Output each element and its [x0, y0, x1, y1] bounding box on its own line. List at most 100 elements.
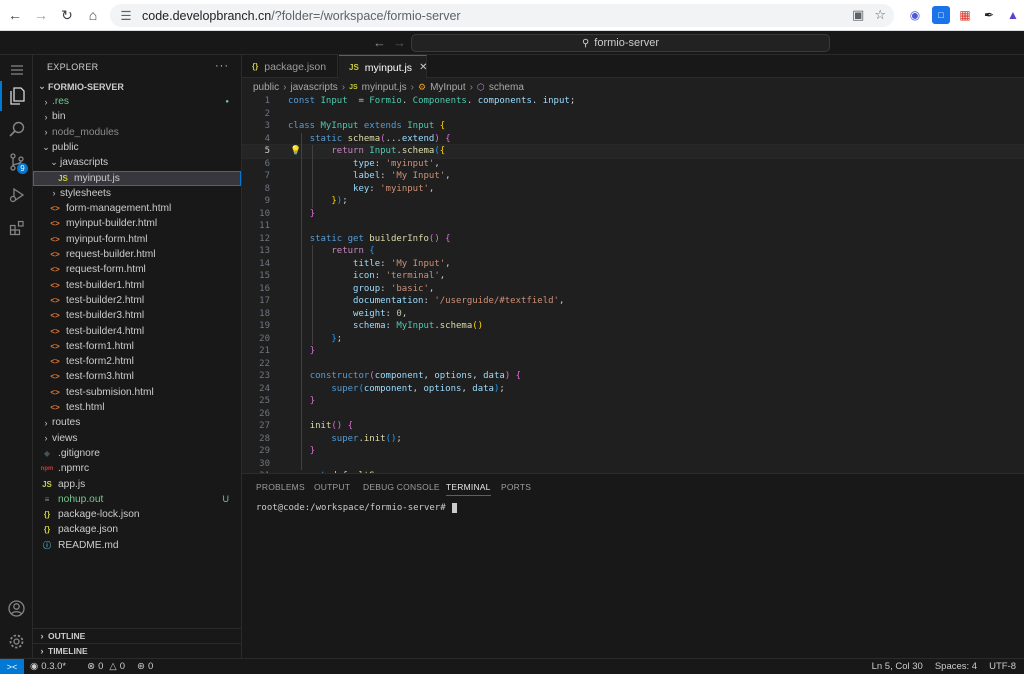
forward-button[interactable]: → [30, 4, 52, 26]
remote-indicator[interactable]: >< [0, 658, 24, 674]
tree-item[interactable]: ◆ .gitignore [33, 446, 241, 461]
tree-item[interactable]: <> myinput-builder.html [33, 216, 241, 231]
indentation-label: Spaces: 4 [934, 661, 978, 672]
tree-item[interactable]: <> request-builder.html [33, 247, 241, 262]
code-line: 12 static get builderInfo() { [242, 233, 1024, 246]
tree-item[interactable]: <> test-form1.html [33, 339, 241, 354]
breadcrumb-item[interactable]: javascripts [290, 82, 337, 93]
timeline-section[interactable]: › TIMELINE [33, 643, 241, 658]
tree-item[interactable]: <> request-form.html [33, 262, 241, 277]
tree-item[interactable]: › routes [33, 415, 241, 430]
tree-item[interactable]: ≡ nohup.out U [33, 492, 241, 507]
panel-tab-terminal[interactable]: TERMINAL [446, 482, 491, 496]
extension-icon-1[interactable]: ◉ [906, 6, 924, 24]
breadcrumb-item[interactable]: MyInput [430, 82, 466, 93]
tree-item[interactable]: {} package.json [33, 522, 241, 537]
tab-package-json[interactable]: {} package.json [242, 55, 338, 78]
tree-item[interactable]: npm .npmrc [33, 461, 241, 476]
status-ports[interactable]: ⊛ 0 [137, 661, 153, 672]
source-control-icon[interactable]: 9 [0, 147, 33, 177]
breadcrumb-item[interactable]: myinput.js [362, 82, 407, 93]
panel-tab-problems[interactable]: PROBLEMS [256, 482, 305, 492]
search-icon[interactable] [0, 114, 33, 144]
tree-item[interactable]: ⌄ public [33, 140, 241, 155]
code-editor[interactable]: 1 const Input = Formio. Components. compo… [242, 95, 1024, 473]
status-indentation[interactable]: Spaces: 4 [935, 661, 977, 672]
tree-item[interactable]: <> test-builder2.html [33, 293, 241, 308]
command-center[interactable]: ⚲ formio-server [411, 34, 830, 52]
explorer-icon[interactable] [0, 81, 33, 111]
terminal-output[interactable]: root@code:/workspace/formio-server# [256, 503, 457, 513]
tree-item[interactable]: ⌄ javascripts [33, 155, 241, 170]
code-line: 29 } [242, 445, 1024, 458]
line-number: 8 [264, 183, 270, 194]
extension-icon-3[interactable]: ▦ [956, 6, 974, 24]
tree-item[interactable]: <> test-builder4.html [33, 324, 241, 339]
line-number: 13 [259, 246, 270, 257]
status-encoding[interactable]: UTF-8 [989, 661, 1016, 672]
bookmark-star-icon[interactable]: ☆ [874, 7, 886, 23]
extensions-icon[interactable] [0, 213, 33, 243]
tree-item[interactable]: JS myinput.js [33, 170, 241, 186]
tree-item[interactable]: <> test-form3.html [33, 369, 241, 384]
close-tab-icon[interactable]: ✕ [419, 62, 427, 73]
code-text: key: 'myinput', [353, 183, 435, 194]
home-button[interactable]: ⌂ [82, 4, 104, 26]
panel-tab-ports[interactable]: PORTS [501, 482, 531, 492]
reload-button[interactable]: ↻ [56, 4, 78, 26]
panel-tab-debug-console[interactable]: DEBUG CONSOLE [363, 482, 440, 492]
terminal-cursor [451, 503, 457, 513]
tree-item[interactable]: <> test-form2.html [33, 354, 241, 369]
back-button[interactable]: ← [4, 4, 26, 26]
line-number: 20 [259, 333, 270, 344]
tree-item[interactable]: › .res ● [33, 94, 241, 109]
code-line: 26 [242, 408, 1024, 421]
panel-tab-output[interactable]: OUTPUT [314, 482, 350, 492]
tree-item-label: test-form3.html [66, 371, 134, 383]
tree-item[interactable]: <> test-submision.html [33, 385, 241, 400]
tree-item[interactable]: ⓘ README.md [33, 538, 241, 553]
tree-item[interactable]: JS app.js [33, 477, 241, 492]
go-back-icon[interactable]: ← [373, 35, 386, 50]
chevron-down-icon: ⌄ [42, 141, 50, 152]
status-position[interactable]: Ln 5, Col 30 [872, 661, 923, 672]
run-debug-icon[interactable] [0, 180, 33, 210]
tree-root[interactable]: ⌄ FORMIO-SERVER [33, 79, 241, 94]
tree-item[interactable]: <> form-management.html [33, 201, 241, 216]
tree-item[interactable]: › node_modules [33, 125, 241, 140]
extension-icon-4[interactable]: ✒ [980, 6, 998, 24]
editor-tabs: {} package.json JS myinput.js ✕ [242, 55, 1024, 79]
js-file-icon: JS [349, 63, 359, 72]
encoding-label: UTF-8 [989, 661, 1016, 672]
chevron-right-icon: › [44, 127, 48, 138]
tree-item[interactable]: › stylesheets [33, 186, 241, 201]
git-file-icon: ◆ [43, 448, 51, 458]
status-problems[interactable]: ⊗ 0 △ 0 [87, 661, 125, 672]
tab-myinput-js[interactable]: JS myinput.js ✕ [339, 55, 427, 79]
status-bar: >< ◉ 0.3.0* ⊗ 0 △ 0 ⊛ 0 Ln 5, Col 30 Spa… [0, 658, 1024, 674]
go-forward-icon[interactable]: → [393, 35, 406, 50]
tree-item[interactable]: › views [33, 431, 241, 446]
tree-item[interactable]: {} package-lock.json [33, 507, 241, 522]
cast-icon[interactable]: ▣ [852, 7, 864, 23]
explorer-sidebar: EXPLORER ··· ⌄ FORMIO-SERVER › .res ● › bin ›… [33, 55, 242, 658]
extension-icon-2[interactable]: □ [932, 6, 950, 24]
more-actions-icon[interactable]: ··· [215, 60, 229, 72]
manage-gear-icon[interactable] [0, 626, 33, 656]
tree-item[interactable]: <> test-builder3.html [33, 308, 241, 323]
outline-section[interactable]: › OUTLINE [33, 628, 241, 643]
status-version[interactable]: ◉ 0.3.0* [30, 661, 66, 672]
tree-item[interactable]: <> test-builder1.html [33, 278, 241, 293]
breadcrumb-item[interactable]: schema [489, 82, 524, 93]
extension-icon-5[interactable]: ▲ [1004, 6, 1022, 24]
tree-item-label: public [52, 141, 79, 153]
breadcrumb-separator-icon: › [410, 81, 414, 93]
site-info-icon[interactable]: ☰ [118, 8, 134, 24]
tree-item[interactable]: <> myinput-form.html [33, 232, 241, 247]
accounts-icon[interactable] [0, 593, 33, 623]
tree-item-label: myinput-builder.html [66, 218, 158, 230]
tree-item[interactable]: <> test.html [33, 400, 241, 415]
address-bar[interactable]: ☰ code.developbranch.cn/?folder=/workspa… [110, 4, 894, 27]
tree-item[interactable]: › bin [33, 109, 241, 124]
breadcrumb-item[interactable]: public [253, 82, 279, 93]
